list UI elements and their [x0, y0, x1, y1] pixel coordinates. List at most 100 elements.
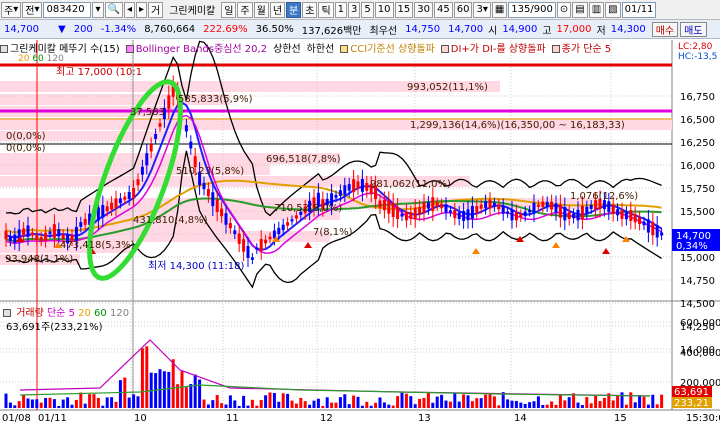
volume-bar — [299, 397, 303, 408]
code-dropdown-button[interactable]: ▾ — [92, 1, 104, 18]
volume-bar — [237, 405, 241, 408]
calendar-icon: ▦ — [494, 4, 505, 15]
candle-body — [620, 210, 624, 220]
candle-body — [101, 205, 105, 218]
chart-type-dropdown[interactable]: 주 ▾ — [1, 1, 22, 18]
volume-bar — [13, 405, 17, 408]
ma-120-label[interactable]: 120 — [47, 54, 64, 64]
group-button[interactable]: 거 — [148, 1, 164, 18]
legend-item-5[interactable]: DI+가 DI-를 상향돌파 — [440, 40, 546, 55]
zoom-button[interactable]: ⊙ — [556, 1, 572, 18]
candle-body — [30, 232, 34, 236]
prev-button[interactable]: ◂ — [123, 1, 135, 18]
candle-body — [299, 211, 303, 216]
minute-1[interactable]: 1 — [334, 1, 348, 18]
volume-bar — [660, 394, 664, 408]
volume-bar — [334, 402, 338, 408]
period-year[interactable]: 년 — [269, 1, 286, 18]
open-label: 시 — [488, 25, 498, 37]
candle-body — [580, 205, 584, 220]
volume-bar — [52, 399, 56, 408]
minute-3[interactable]: 3 — [348, 1, 361, 18]
volume-bar — [8, 402, 12, 408]
minute-15[interactable]: 15 — [394, 1, 414, 18]
ma-60-label[interactable]: 60 — [32, 54, 43, 64]
volume-bar — [387, 404, 391, 408]
price-tick-label: 16,750 — [680, 92, 715, 103]
volume-bar — [462, 394, 466, 408]
period-day[interactable]: 일 — [221, 1, 237, 18]
volume-bar — [39, 402, 43, 408]
volume-bar — [70, 404, 74, 408]
candle-body — [154, 134, 158, 139]
volume-bar — [479, 398, 483, 408]
legend-item-4[interactable]: CCI기준선 상향돌파 — [340, 40, 435, 54]
ma-20-label[interactable]: 20 — [18, 54, 29, 64]
volume-bar — [365, 401, 369, 408]
high-label: 고 — [542, 25, 552, 37]
time-tick-label: 15:30:0 — [686, 413, 720, 424]
candle-body — [316, 192, 320, 206]
period-month[interactable]: 월 — [253, 1, 269, 18]
next-button[interactable]: ▸ — [135, 1, 148, 18]
minute-10[interactable]: 10 — [374, 1, 394, 18]
grid-button[interactable]: ▤ — [572, 1, 588, 18]
line-chart-button[interactable]: ▧ — [605, 1, 621, 18]
period-tick[interactable]: 틱 — [318, 1, 334, 18]
legend-item-2[interactable]: 상한선 — [273, 40, 301, 55]
chart-area[interactable]: 16,75016,50016,25016,00015,75015,50015,2… — [0, 40, 720, 426]
volume-bar — [492, 396, 496, 408]
candle-body — [22, 228, 26, 236]
volume-bar — [554, 404, 558, 408]
minute-5[interactable]: 5 — [361, 1, 374, 18]
candle-body — [510, 209, 514, 221]
volume-value: 8,760,664 — [144, 23, 196, 35]
legend-item-3[interactable]: 하한선 — [307, 40, 335, 55]
buy-button[interactable]: 매수 — [651, 21, 679, 37]
volume-bar — [338, 397, 342, 408]
minute-60[interactable]: 60 — [453, 1, 473, 18]
period-second[interactable]: 초 — [302, 1, 318, 18]
minute-30[interactable]: 30 — [414, 1, 433, 18]
candle-body — [4, 230, 8, 240]
volume-ma-120[interactable]: 120 — [110, 308, 129, 319]
legend-item-0[interactable]: 그린케미칼 메뚜기 수(15) — [0, 40, 120, 54]
minute-45[interactable]: 45 — [433, 1, 453, 18]
candle-body — [497, 204, 501, 210]
candle-body — [61, 234, 65, 239]
time-tick-label: 10 — [134, 413, 147, 424]
volume-bar — [30, 399, 34, 408]
period-minute[interactable]: 분 — [286, 1, 302, 18]
candle-body — [35, 235, 39, 241]
calendar-button[interactable]: ▦ — [491, 1, 508, 18]
volume-bar — [114, 401, 118, 408]
candle-body — [162, 107, 166, 120]
legend-item-1[interactable]: Bollinger Bands중심선 20,2 — [125, 40, 267, 54]
stock-code-input[interactable]: 083420 — [43, 1, 92, 18]
legend-label: 종가 단순 5 — [561, 43, 612, 55]
candle-body — [52, 224, 56, 238]
bar-chart-button[interactable]: ▥ — [588, 1, 605, 18]
volume-bar — [110, 397, 114, 408]
market-dropdown[interactable]: 전 ▾ — [22, 1, 43, 18]
candle-body — [387, 200, 391, 214]
volume-bar — [198, 379, 202, 408]
legend-label: DI+가 DI-를 상향돌파 — [450, 43, 546, 55]
date-field[interactable]: 01/11 — [621, 1, 657, 18]
ma-legend: 20 60 120 — [18, 54, 64, 64]
candle-body — [576, 209, 580, 221]
sell-button[interactable]: 매도 — [680, 21, 707, 37]
candle-body — [347, 184, 351, 191]
candle-body — [523, 211, 527, 217]
interval-dropdown[interactable]: 3 ▾ — [473, 1, 491, 18]
stock-name: 그린케미칼 — [169, 6, 216, 17]
period-week[interactable]: 주 — [237, 1, 253, 18]
count-field[interactable]: 135/900 — [508, 1, 556, 18]
legend-item-6[interactable]: 종가 단순 5 — [551, 40, 612, 55]
volume-bar — [250, 399, 254, 408]
volume-bar — [242, 395, 246, 408]
volume-bar — [105, 397, 109, 408]
volume-bar — [550, 401, 554, 408]
search-button[interactable]: 🔍 — [104, 1, 123, 18]
candle-body — [435, 202, 439, 207]
